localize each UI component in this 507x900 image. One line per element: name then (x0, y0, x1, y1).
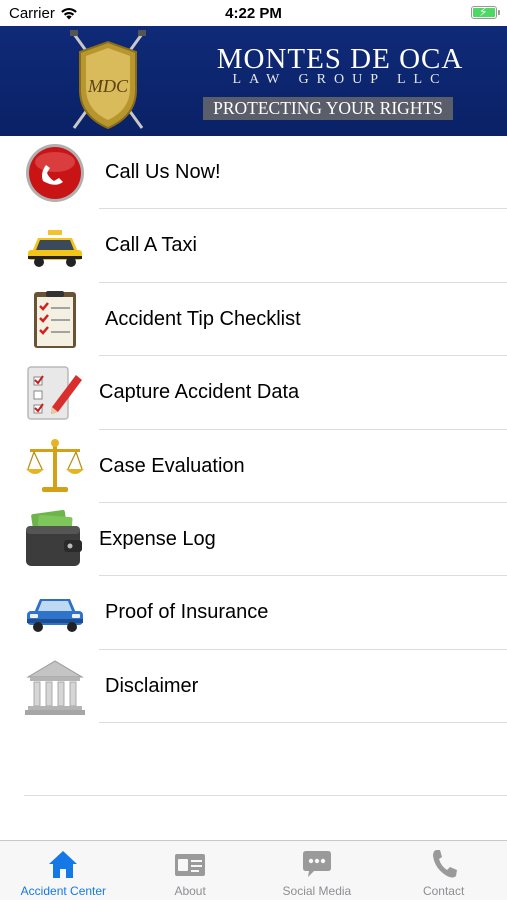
header-banner: MDC MONTES DE OCA LAW GROUP LLC PROTECTI… (0, 26, 507, 136)
phone-icon (26, 144, 84, 202)
logo-text: MDC (87, 76, 129, 96)
car-icon (27, 599, 83, 633)
phone-handset-icon (432, 850, 457, 878)
wallet-icon (26, 509, 82, 566)
id-card-icon (175, 854, 206, 876)
menu-item-label: Call Us Now! (105, 161, 221, 183)
menu-item-capture-data[interactable]: Capture Accident Data (0, 356, 507, 430)
menu-item-label: Proof of Insurance (105, 601, 269, 624)
firm-subtitle: LAW GROUP LLC (232, 72, 448, 87)
battery-icon: ⚡ (471, 5, 500, 19)
menu-item-accident-checklist[interactable]: Accident Tip Checklist (0, 283, 507, 357)
menu-item-proof-of-insurance[interactable]: Proof of Insurance (0, 576, 507, 650)
menu-item-label: Expense Log (99, 527, 216, 550)
tab-label: Social Media (282, 884, 352, 898)
menu-item-label: Disclaimer (105, 674, 199, 697)
tab-bar: Accident Center About Social Media Conta… (0, 840, 507, 900)
shield-logo-icon: MDC (70, 30, 146, 130)
checklist-icon (34, 290, 76, 348)
menu-item-expense-log[interactable]: Expense Log (0, 503, 507, 577)
menu-item-label: Accident Tip Checklist (105, 307, 301, 330)
status-bar: Carrier 4:22 PM ⚡ (0, 0, 507, 26)
tab-accident-center[interactable]: Accident Center (0, 841, 127, 900)
courthouse-icon (25, 660, 85, 715)
home-icon (49, 851, 78, 878)
menu-item-case-evaluation[interactable]: Case Evaluation (0, 430, 507, 503)
tab-label: About (174, 884, 206, 898)
menu-item-call-us[interactable]: Call Us Now! (0, 136, 507, 210)
clipboard-pencil-icon (27, 366, 82, 420)
tab-about[interactable]: About (127, 841, 254, 900)
chat-bubble-icon (302, 851, 331, 877)
tab-contact[interactable]: Contact (380, 841, 507, 900)
menu-item-label: Call A Taxi (105, 234, 197, 257)
menu-item-disclaimer[interactable]: Disclaimer (0, 650, 507, 724)
taxi-icon (28, 230, 82, 268)
menu-item-call-taxi[interactable]: Call A Taxi (0, 209, 507, 283)
tagline: PROTECTING YOUR RIGHTS (203, 97, 453, 120)
empty-list-row (24, 723, 507, 796)
menu-list: Call Us Now! Call A Taxi Accident Tip Ch… (0, 136, 507, 724)
tab-label: Accident Center (20, 884, 107, 898)
tab-label: Contact (422, 884, 465, 898)
scales-icon (26, 438, 84, 492)
menu-item-label: Capture Accident Data (99, 381, 300, 404)
menu-item-label: Case Evaluation (99, 454, 245, 477)
tab-social-media[interactable]: Social Media (254, 841, 381, 900)
status-time: 4:22 PM (225, 5, 282, 22)
